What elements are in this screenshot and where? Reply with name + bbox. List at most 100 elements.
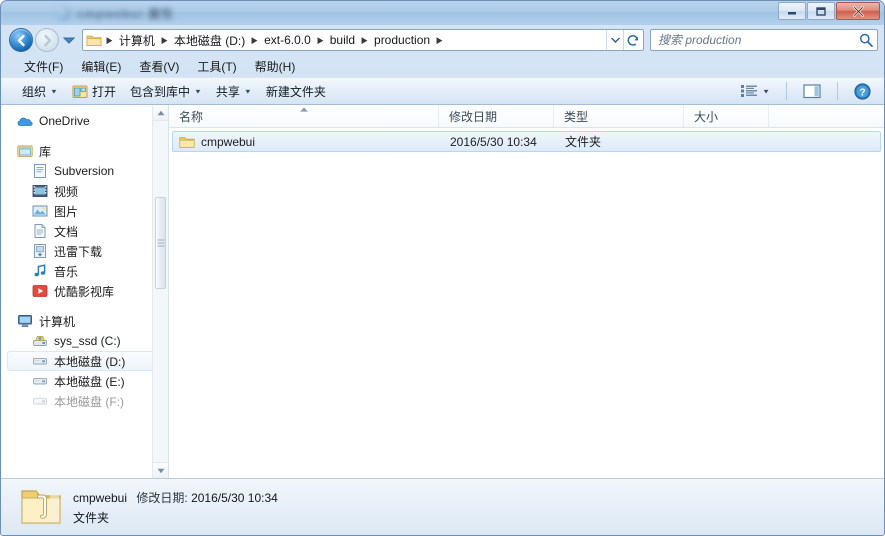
- sidebar-label: 优酷影视库: [54, 284, 115, 299]
- include-in-library-button[interactable]: 包含到库中 ▼: [123, 80, 209, 103]
- sidebar-label: OneDrive: [39, 114, 90, 128]
- explorer-body: OneDrive 库 Subversion 视频 图片 文档 迅雷下载 音乐 优…: [1, 105, 884, 478]
- scroll-down-button[interactable]: [153, 462, 168, 478]
- refresh-button[interactable]: [623, 30, 641, 50]
- new-folder-label: 新建文件夹: [265, 84, 326, 99]
- breadcrumb-separator: ▶: [436, 34, 443, 45]
- details-line-primary: cmpwebui 修改日期: 2016/5/30 10:34: [73, 489, 278, 506]
- sidebar-label: 音乐: [54, 264, 79, 279]
- close-button[interactable]: [836, 2, 880, 20]
- column-header-size[interactable]: 大小: [684, 105, 769, 127]
- sidebar-item-computer[interactable]: 计算机: [1, 311, 168, 331]
- navigation-pane: OneDrive 库 Subversion 视频 图片 文档 迅雷下载 音乐 优…: [1, 105, 169, 478]
- change-view-button[interactable]: ▼: [734, 81, 777, 101]
- open-button[interactable]: 打开: [65, 80, 123, 103]
- recent-pages-button[interactable]: [61, 29, 77, 51]
- chevron-down-icon: ▼: [193, 87, 202, 95]
- column-label: 大小: [694, 109, 719, 124]
- breadcrumb-item-drive-d[interactable]: 本地磁盘 (D:): [170, 30, 249, 51]
- sidebar-item-libraries[interactable]: 库: [1, 141, 168, 161]
- cell-name: cmpwebui: [173, 135, 441, 149]
- sidebar-label: 计算机: [39, 314, 76, 329]
- sidebar-item-music[interactable]: 音乐: [1, 261, 168, 281]
- column-label: 类型: [564, 109, 589, 124]
- include-library-label: 包含到库中: [129, 84, 190, 99]
- breadcrumb-item-build[interactable]: build: [326, 31, 359, 49]
- forward-button[interactable]: [35, 28, 59, 52]
- table-row[interactable]: cmpwebui 2016/5/30 10:34 文件夹: [172, 131, 881, 152]
- breadcrumb-separator: ▶: [317, 34, 324, 45]
- chevron-down-icon: ▼: [243, 87, 252, 95]
- breadcrumb-separator: ▶: [361, 34, 368, 45]
- chevron-down-icon: ▼: [50, 87, 58, 95]
- preview-pane-icon: [803, 83, 821, 98]
- chevron-down-icon: ▼: [762, 87, 770, 95]
- breadcrumb-item-production[interactable]: production: [370, 31, 434, 49]
- sidebar-item-youku[interactable]: 优酷影视库: [1, 281, 168, 301]
- sort-ascending-icon: [299, 107, 308, 112]
- sidebar-item-documents[interactable]: 文档: [1, 221, 168, 241]
- toolbar-right-group: ▼ ?: [734, 80, 878, 103]
- search-input[interactable]: [658, 33, 859, 47]
- sidebar-label: 文档: [54, 224, 79, 239]
- title-bar[interactable]: cmpwebui 属性: [1, 1, 884, 25]
- organize-button[interactable]: 组织 ▼: [15, 80, 65, 103]
- breadcrumb-item-computer[interactable]: 计算机: [115, 30, 159, 51]
- preview-pane-button[interactable]: [796, 81, 828, 102]
- sidebar-item-drive-f[interactable]: 本地磁盘 (F:): [1, 391, 168, 411]
- column-header-name[interactable]: 名称: [169, 105, 439, 127]
- open-label: 打开: [91, 84, 116, 99]
- back-button[interactable]: [9, 28, 33, 52]
- sidebar-item-drive-d[interactable]: 本地磁盘 (D:): [7, 351, 156, 371]
- sidebar-item-onedrive[interactable]: OneDrive: [1, 111, 168, 131]
- explorer-window: cmpwebui 属性 ▶ 计算机 ▶ 本地磁盘 (D:) ▶ ext-6.0.…: [0, 0, 885, 536]
- maximize-button[interactable]: [807, 2, 835, 20]
- address-bar[interactable]: ▶ 计算机 ▶ 本地磁盘 (D:) ▶ ext-6.0.0 ▶ build ▶ …: [82, 29, 644, 51]
- minimize-button[interactable]: [778, 2, 806, 20]
- share-button[interactable]: 共享 ▼: [209, 80, 259, 103]
- breadcrumb-item-ext[interactable]: ext-6.0.0: [260, 31, 315, 49]
- scrollbar-thumb[interactable]: [155, 197, 166, 289]
- help-button[interactable]: ?: [847, 80, 878, 103]
- view-list-icon: [741, 85, 758, 97]
- menu-bar: 文件(F) 编辑(E) 查看(V) 工具(T) 帮助(H): [1, 55, 884, 77]
- search-box[interactable]: [650, 29, 878, 51]
- file-list-pane: 名称 修改日期 类型 大小 cmpwebui 2016/5/30 10:34 文…: [169, 105, 884, 478]
- pictures-icon: [32, 205, 48, 217]
- sidebar-label: 本地磁盘 (D:): [54, 354, 126, 369]
- computer-icon: [18, 315, 32, 327]
- menu-view[interactable]: 查看(V): [130, 56, 188, 77]
- toolbar-separator: [837, 82, 838, 100]
- breadcrumb-separator: ▶: [106, 34, 113, 45]
- sidebar-item-subversion[interactable]: Subversion: [1, 161, 168, 181]
- column-header-modified[interactable]: 修改日期: [439, 105, 554, 127]
- address-dropdown-button[interactable]: [606, 30, 623, 50]
- menu-edit[interactable]: 编辑(E): [72, 56, 130, 77]
- sidebar-scrollbar[interactable]: [152, 105, 168, 478]
- window-icon: [56, 5, 71, 21]
- details-text: cmpwebui 修改日期: 2016/5/30 10:34 文件夹: [73, 489, 278, 526]
- breadcrumb-separator: ▶: [251, 34, 258, 45]
- cell-modified: 2016/5/30 10:34: [450, 134, 537, 149]
- sidebar-item-thunder-download[interactable]: 迅雷下载: [1, 241, 168, 261]
- sidebar-item-drive-e[interactable]: 本地磁盘 (E:): [1, 371, 168, 391]
- menu-file[interactable]: 文件(F): [15, 56, 72, 77]
- documents-icon: [34, 224, 46, 238]
- menu-help[interactable]: 帮助(H): [246, 56, 305, 77]
- folder-large-icon: [21, 490, 61, 524]
- file-name: cmpwebui: [201, 134, 256, 149]
- video-icon: [32, 185, 48, 197]
- scroll-up-button[interactable]: [153, 105, 168, 121]
- sidebar-item-pictures[interactable]: 图片: [1, 201, 168, 221]
- sidebar-item-videos[interactable]: 视频: [1, 181, 168, 201]
- address-folder-icon: [86, 35, 102, 46]
- sidebar-label: 本地磁盘 (F:): [54, 394, 124, 409]
- column-header-type[interactable]: 类型: [554, 105, 684, 127]
- sidebar-item-drive-c[interactable]: sys_ssd (C:): [1, 331, 168, 351]
- help-icon: ?: [854, 82, 871, 100]
- menu-tools[interactable]: 工具(T): [188, 56, 245, 77]
- svg-text:?: ?: [859, 87, 865, 98]
- new-folder-button[interactable]: 新建文件夹: [259, 80, 333, 103]
- details-pane: cmpwebui 修改日期: 2016/5/30 10:34 文件夹: [1, 478, 884, 535]
